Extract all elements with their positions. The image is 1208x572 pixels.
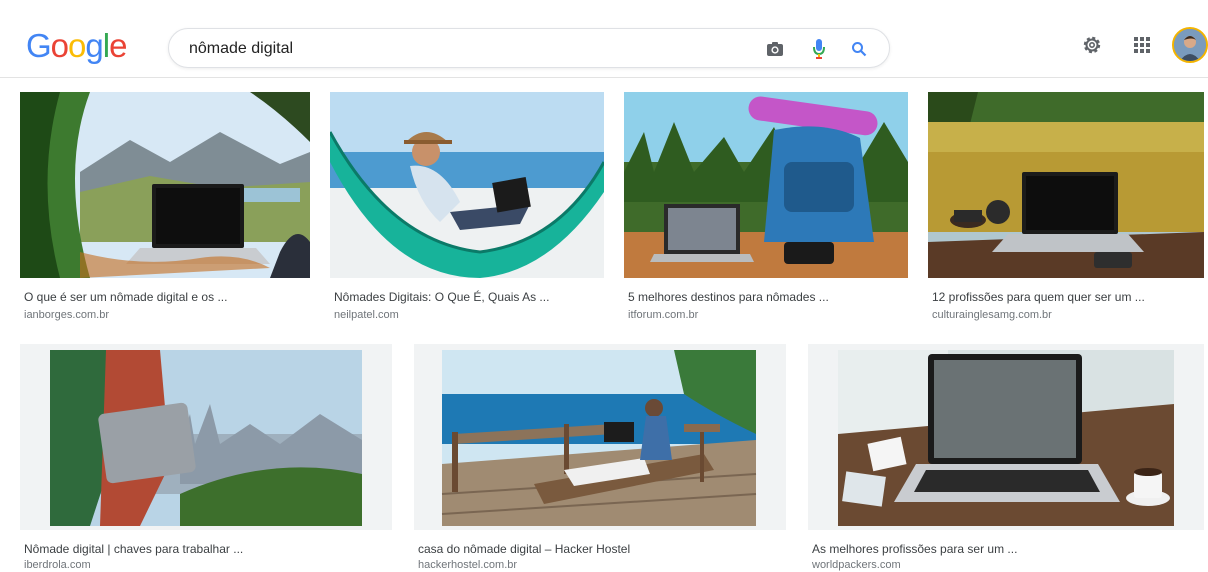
- header: Google nômade digital: [0, 0, 1208, 78]
- result-image[interactable]: [624, 92, 908, 278]
- result-domain[interactable]: itforum.com.br: [628, 308, 698, 322]
- result-domain[interactable]: culturainglesamg.com.br: [932, 308, 1052, 322]
- result-title[interactable]: Nômade digital | chaves para trabalhar .…: [24, 542, 243, 557]
- result-title[interactable]: O que é ser um nômade digital e os ...: [24, 290, 227, 305]
- logo-letter: o: [68, 27, 86, 64]
- result-title[interactable]: Nômades Digitais: O Que É, Quais As ...: [334, 290, 549, 305]
- result-image[interactable]: [20, 92, 310, 278]
- result-tile[interactable]: 12 profissões para quem quer ser um ... …: [928, 92, 1204, 330]
- google-logo[interactable]: Google: [26, 26, 127, 66]
- logo-letter: g: [85, 27, 103, 64]
- search-box[interactable]: nômade digital: [168, 28, 890, 68]
- result-tile[interactable]: Nômade digital | chaves para trabalhar .…: [20, 344, 392, 572]
- result-tile[interactable]: Nômades Digitais: O Que É, Quais As ... …: [330, 92, 604, 330]
- logo-letter: G: [26, 27, 52, 64]
- result-tile[interactable]: casa do nômade digital – Hacker Hostel h…: [414, 344, 786, 572]
- result-image[interactable]: [20, 344, 392, 530]
- result-domain[interactable]: hackerhostel.com.br: [418, 558, 517, 572]
- result-tile[interactable]: O que é ser um nômade digital e os ... i…: [20, 92, 310, 330]
- result-domain[interactable]: ianborges.com.br: [24, 308, 109, 322]
- gear-icon[interactable]: [1079, 32, 1105, 58]
- result-image[interactable]: [928, 92, 1204, 278]
- result-domain[interactable]: iberdrola.com: [24, 558, 91, 572]
- result-domain[interactable]: worldpackers.com: [812, 558, 901, 572]
- result-tile[interactable]: 5 melhores destinos para nômades ... itf…: [624, 92, 908, 330]
- camera-icon[interactable]: [763, 37, 787, 61]
- search-input[interactable]: nômade digital: [189, 39, 293, 59]
- result-title[interactable]: casa do nômade digital – Hacker Hostel: [418, 542, 630, 557]
- result-domain[interactable]: neilpatel.com: [334, 308, 399, 322]
- result-image[interactable]: [414, 344, 786, 530]
- result-title[interactable]: As melhores profissões para ser um ...: [812, 542, 1017, 557]
- logo-letter: e: [109, 27, 127, 64]
- result-title[interactable]: 5 melhores destinos para nômades ...: [628, 290, 829, 305]
- result-image[interactable]: [808, 344, 1204, 530]
- microphone-icon[interactable]: [807, 37, 831, 61]
- avatar[interactable]: [1172, 27, 1208, 63]
- result-image[interactable]: [330, 92, 604, 278]
- search-icon[interactable]: [847, 37, 871, 61]
- result-title[interactable]: 12 profissões para quem quer ser um ...: [932, 290, 1145, 305]
- logo-letter: o: [50, 27, 69, 64]
- apps-grid-icon[interactable]: [1129, 32, 1155, 58]
- result-tile[interactable]: As melhores profissões para ser um ... w…: [808, 344, 1204, 572]
